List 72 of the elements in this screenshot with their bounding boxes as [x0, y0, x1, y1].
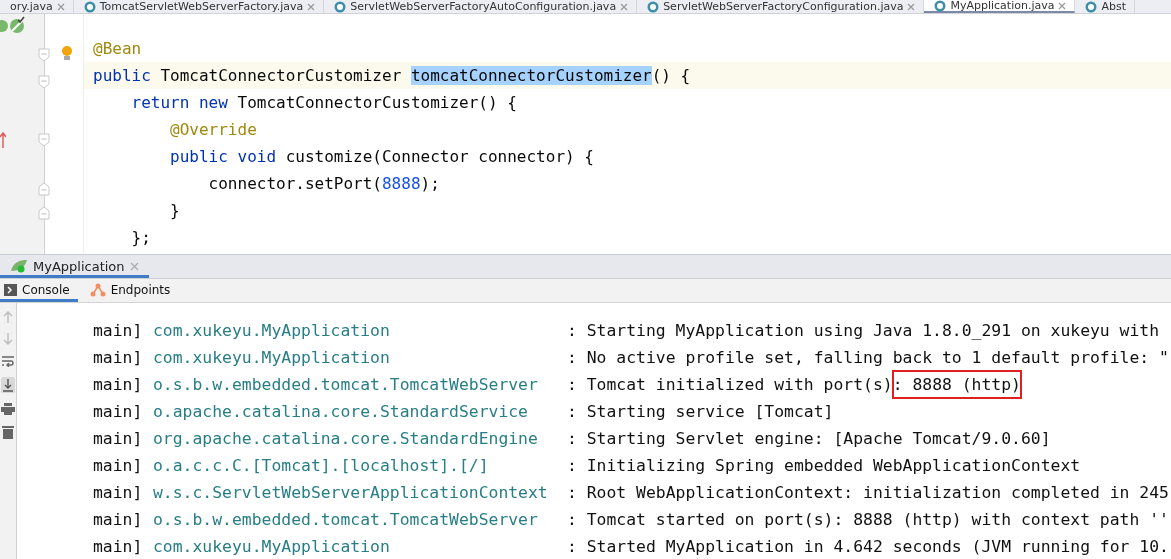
editor-tab[interactable]: ory.java	[0, 0, 74, 13]
close-icon[interactable]	[620, 2, 629, 11]
fold-icon[interactable]	[38, 75, 50, 89]
code-line: }	[169, 200, 181, 222]
log-message: : Root WebApplicationContext: initialization completed in 245	[567, 482, 1169, 504]
editor-tab[interactable]: ServletWebServerFactoryAutoConfiguration.java	[324, 0, 638, 13]
log-message: : Starting Servlet engine: [Apache Tomcat/9.0.60]	[567, 428, 1051, 450]
thread-name: main]	[93, 347, 144, 369]
close-icon[interactable]	[56, 2, 65, 11]
thread-name: main]	[93, 536, 144, 558]
editor-tab[interactable]: TomcatServletWebServerFactory.java	[73, 0, 325, 13]
class-file-icon	[647, 0, 660, 13]
close-icon[interactable]	[129, 261, 139, 271]
thread-name: main]	[93, 482, 144, 504]
lightbulb-icon[interactable]	[61, 46, 73, 62]
thread-name: main]	[93, 320, 144, 342]
code-line: public void customize(Connector connector) {	[169, 146, 595, 168]
editor-tab[interactable]: MyApplication.java	[924, 0, 1076, 13]
log-message: : Starting service [Tomcat]	[567, 401, 834, 423]
log-message: : Initializing Spring embedded WebApplicationContext	[567, 455, 1081, 477]
soft-wrap-icon[interactable]	[2, 355, 14, 367]
arrow-icon	[0, 132, 6, 148]
trash-icon[interactable]	[2, 425, 14, 439]
logger-name: o.s.b.w.embedded.tomcat.TomcatWebServer	[153, 374, 539, 396]
code-line: return new TomcatConnectorCustomizer() {	[130, 92, 518, 114]
thread-name: main]	[93, 509, 144, 531]
code-line: };	[130, 227, 152, 249]
run-tab[interactable]: MyApplication	[0, 255, 149, 278]
logger-name: org.apache.catalina.core.StandardEngine	[153, 428, 539, 450]
log-message: : Tomcat initialized with port(s)	[567, 374, 893, 396]
down-arrow-icon[interactable]	[3, 333, 13, 345]
class-file-icon	[83, 0, 96, 13]
close-icon[interactable]	[907, 2, 916, 11]
logger-name: com.xukeyu.MyApplication	[153, 347, 391, 369]
editor-tab[interactable]: ServletWebServerFactoryConfiguration.java	[637, 0, 925, 13]
logger-name: com.xukeyu.MyApplication	[153, 320, 391, 342]
logger-name: o.apache.catalina.core.StandardService	[153, 401, 529, 423]
print-icon[interactable]	[1, 403, 15, 415]
close-icon[interactable]	[307, 2, 316, 11]
leaf-icon	[10, 259, 28, 274]
logger-name: o.a.c.c.C.[Tomcat].[localhost].[/]	[153, 455, 490, 477]
class-file-icon	[934, 0, 947, 12]
fold-icon[interactable]	[38, 206, 50, 220]
highlighted-text: : 8888 (http)	[892, 371, 1021, 398]
close-icon[interactable]	[1058, 1, 1067, 10]
console-tab[interactable]: Endpoints	[77, 278, 179, 302]
log-message: : No active profile set, falling back to 1 default profile: "	[567, 347, 1169, 369]
log-message: : Tomcat started on port(s): 8888 (http) with context path ''	[567, 509, 1169, 531]
code-line: @Override	[169, 119, 258, 141]
bean-icon	[0, 16, 26, 34]
up-arrow-icon[interactable]	[3, 311, 13, 323]
thread-name: main]	[93, 374, 144, 396]
console-icon	[4, 284, 17, 297]
endpoints-icon	[89, 283, 106, 298]
log-message: : Started MyApplication in 4.642 seconds (JVM running for 10.	[567, 536, 1169, 558]
fold-icon[interactable]	[38, 48, 50, 62]
code-line: @Bean	[92, 38, 143, 60]
console-tab[interactable]: Console	[0, 278, 78, 302]
logger-name: o.s.b.w.embedded.tomcat.TomcatWebServer	[153, 509, 539, 531]
thread-name: main]	[93, 428, 144, 450]
log-message: : Starting MyApplication using Java 1.8.0_291 on xukeyu with	[567, 320, 1160, 342]
fold-icon[interactable]	[38, 133, 50, 147]
thread-name: main]	[93, 455, 144, 477]
editor-tab[interactable]: Abst	[1075, 0, 1135, 13]
scroll-to-end-icon[interactable]	[1, 377, 15, 393]
thread-name: main]	[93, 401, 144, 423]
logger-name: w.s.c.ServletWebServerApplicationContext	[153, 482, 549, 504]
code-line: connector.setPort(8888);	[207, 173, 441, 195]
class-file-icon	[1085, 0, 1098, 13]
fold-icon[interactable]	[38, 182, 50, 196]
class-file-icon	[334, 0, 347, 13]
logger-name: com.xukeyu.MyApplication	[153, 536, 391, 558]
